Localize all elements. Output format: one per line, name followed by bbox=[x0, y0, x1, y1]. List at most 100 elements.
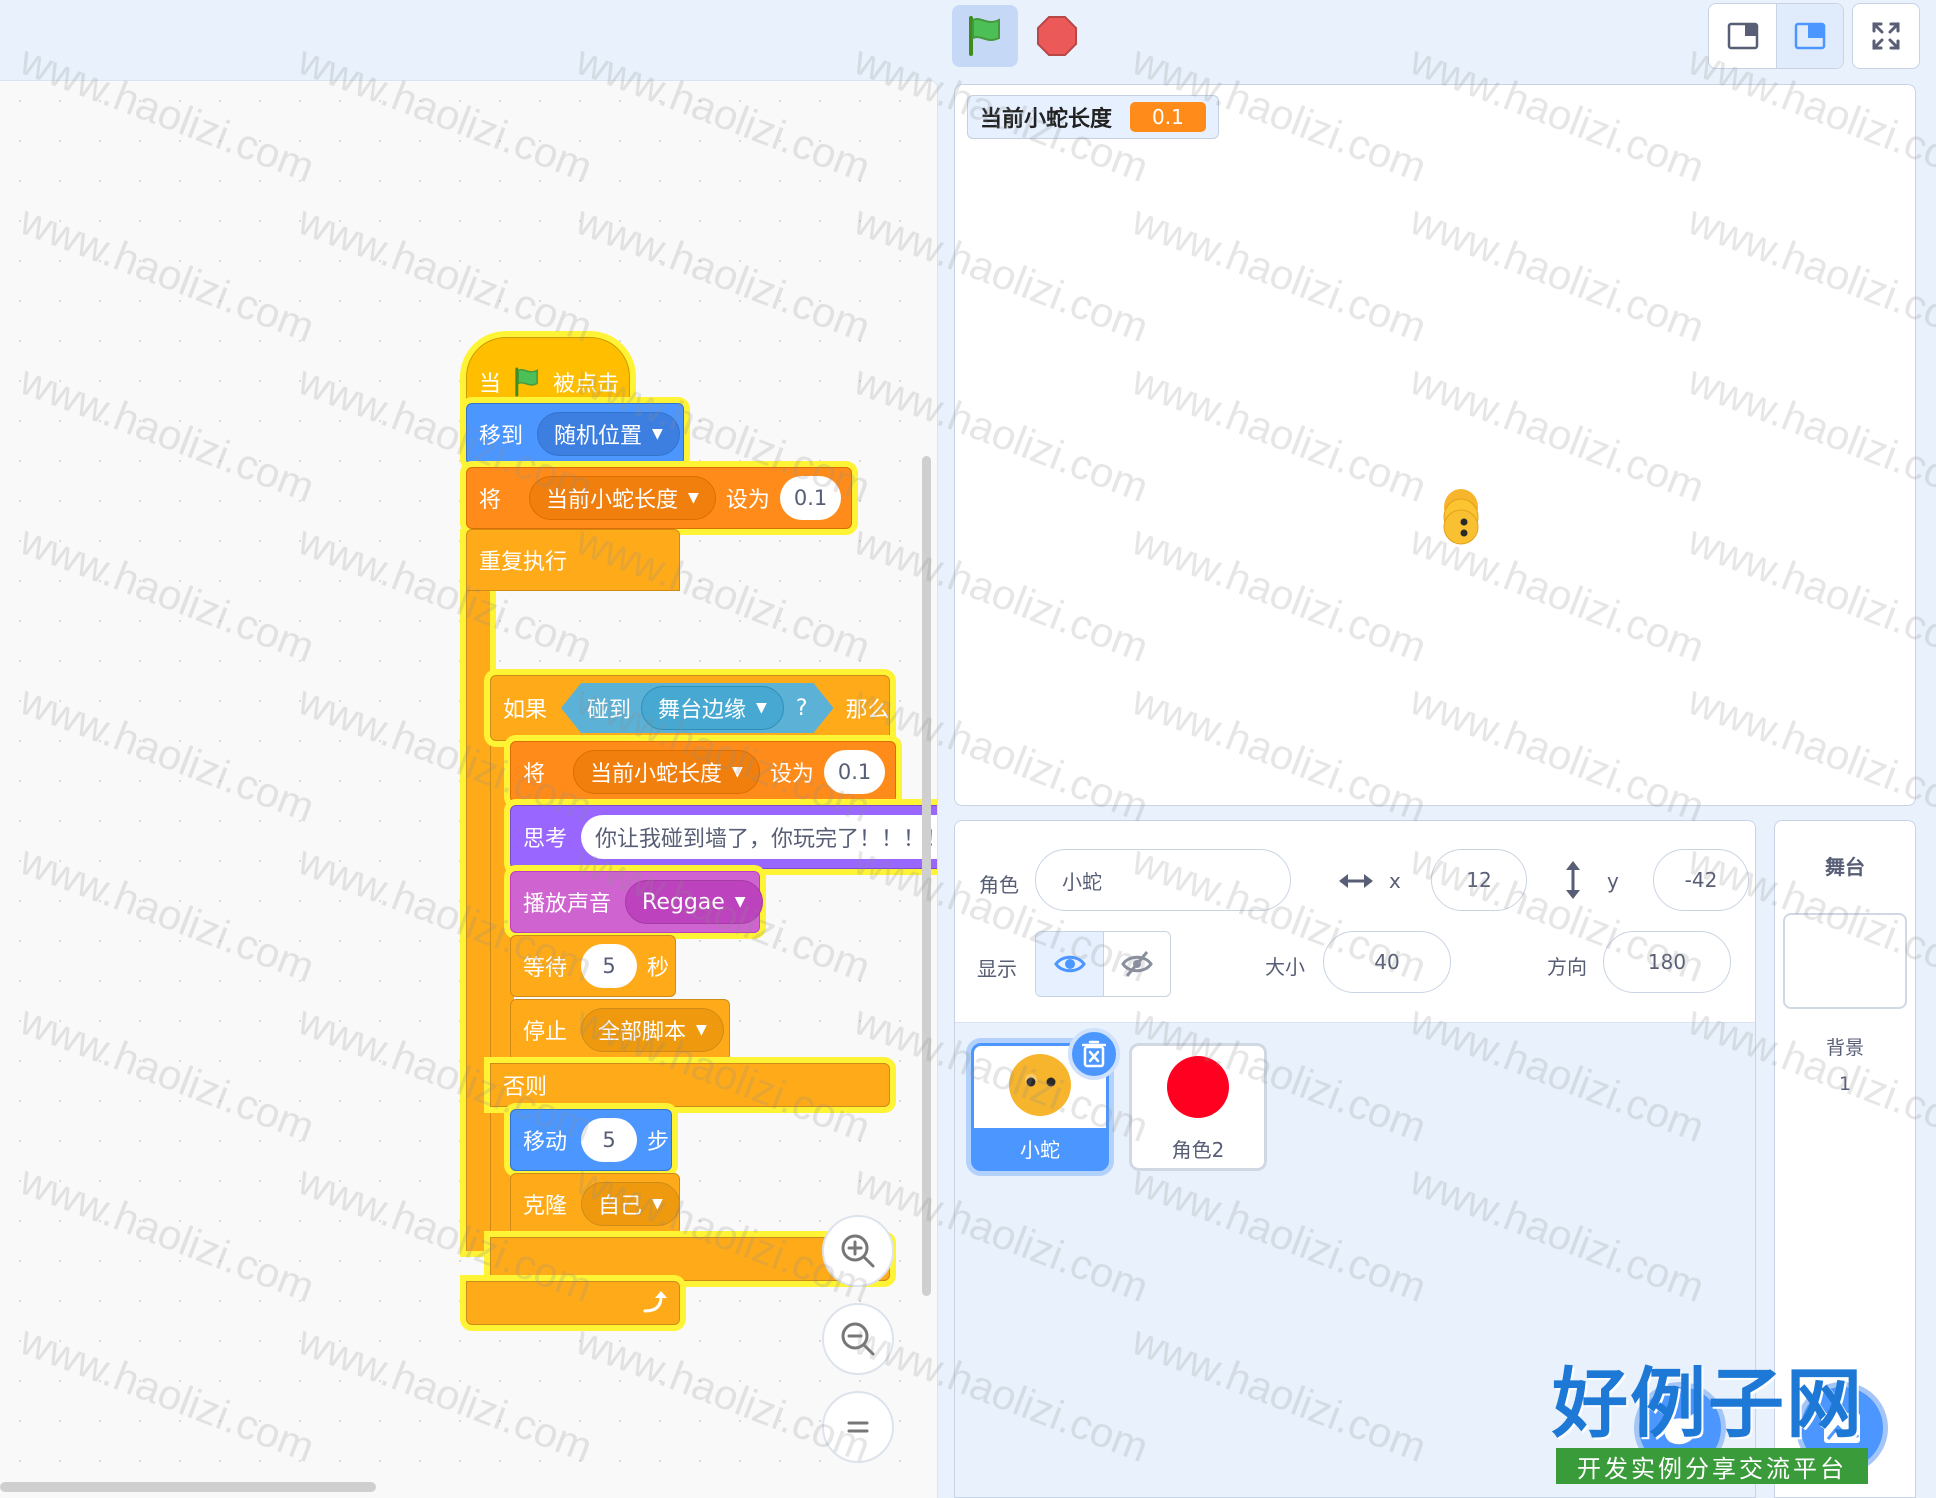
backdrop-image-icon bbox=[1824, 1413, 1860, 1443]
stop-label: 停止 bbox=[523, 1020, 568, 1045]
direction-label: 方向 bbox=[1547, 955, 1587, 979]
sprite-tile-snake[interactable]: 小蛇 bbox=[971, 1028, 1120, 1171]
else-label-bar[interactable]: 否则 bbox=[490, 1063, 890, 1107]
x-input[interactable]: 12 bbox=[1431, 849, 1527, 911]
loop-arrow-icon bbox=[643, 1291, 667, 1313]
sprite-name-input[interactable]: 小蛇 bbox=[1035, 849, 1291, 911]
zoom-reset-button[interactable] bbox=[822, 1391, 894, 1463]
backdrops-count: 1 bbox=[1838, 1073, 1852, 1095]
think-block[interactable]: 思考 你让我碰到墙了，你玩完了！！！！ bbox=[510, 805, 937, 869]
y-input[interactable]: -42 bbox=[1653, 849, 1749, 911]
snake-sprite-image[interactable] bbox=[1441, 485, 1481, 547]
stop-option-value: 全部脚本 bbox=[598, 1020, 687, 1045]
play-sound-block[interactable]: 播放声音 Reggae ▼ bbox=[510, 871, 763, 933]
touching-target-dropdown[interactable]: 舞台边缘 ▼ bbox=[641, 686, 784, 730]
set-variable-block[interactable]: 将 当前小蛇长度 ▼ 设为 0.1 bbox=[510, 741, 896, 803]
seconds-label: 秒 bbox=[647, 956, 670, 981]
size-label: 大小 bbox=[1265, 955, 1305, 979]
touching-block[interactable]: 碰到 舞台边缘 ▼ ? bbox=[561, 683, 834, 733]
stop-block[interactable]: 停止 全部脚本 ▼ bbox=[510, 999, 730, 1061]
forever-label: 重复执行 bbox=[479, 550, 568, 575]
move-label: 移动 bbox=[523, 1130, 568, 1155]
sprite-tile-name: 小蛇 bbox=[974, 1128, 1106, 1168]
cat-icon bbox=[1664, 1412, 1696, 1445]
sprite-tile-role2[interactable]: 角色2 bbox=[1129, 1043, 1267, 1171]
go-to-block[interactable]: 移到 随机位置 ▼ bbox=[466, 403, 684, 465]
when-flag-clicked-block[interactable]: 当 被点击 bbox=[466, 337, 630, 413]
think-text-input[interactable]: 你让我碰到墙了，你玩完了！！！！ bbox=[581, 815, 937, 859]
forever-block[interactable]: 重复执行 bbox=[466, 529, 680, 591]
go-to-target-dropdown[interactable]: 随机位置 ▼ bbox=[537, 412, 680, 456]
fullscreen-icon bbox=[1872, 22, 1900, 50]
play-sound-label: 播放声音 bbox=[523, 892, 612, 917]
touching-target-value: 舞台边缘 bbox=[658, 698, 747, 723]
set-to-label: 设为 bbox=[769, 762, 814, 787]
y-label: y bbox=[1607, 869, 1619, 893]
show-label: 显示 bbox=[977, 957, 1017, 981]
variable-dropdown[interactable]: 当前小蛇长度 ▼ bbox=[573, 750, 760, 794]
normal-stage-button[interactable] bbox=[1776, 4, 1843, 68]
clone-target-dropdown[interactable]: 自己 ▼ bbox=[581, 1182, 680, 1226]
set-label: 将 bbox=[479, 488, 502, 513]
zoom-reset-icon bbox=[847, 1421, 869, 1433]
set-variable-block[interactable]: 将 当前小蛇长度 ▼ 设为 0.1 bbox=[466, 467, 852, 529]
choose-backdrop-button[interactable] bbox=[1796, 1382, 1888, 1474]
small-stage-button[interactable] bbox=[1709, 4, 1776, 68]
chevron-down-icon: ▼ bbox=[688, 490, 699, 506]
create-clone-block[interactable]: 克隆 自己 ▼ bbox=[510, 1173, 680, 1235]
sprite-info-panel: 角色 小蛇 x 12 y -42 显示 大小 40 方向 180 bbox=[955, 821, 1755, 1023]
top-toolbar bbox=[0, 0, 1936, 78]
sound-dropdown[interactable]: Reggae ▼ bbox=[625, 880, 763, 924]
green-flag-icon bbox=[969, 16, 1000, 56]
fullscreen-button[interactable] bbox=[1852, 3, 1920, 69]
small-stage-layout-icon bbox=[1727, 22, 1758, 50]
sprite-name-label: 角色 bbox=[979, 873, 1019, 897]
stop-button[interactable] bbox=[1024, 5, 1090, 67]
stage-canvas[interactable]: 当前小蛇长度 0.1 bbox=[954, 84, 1916, 806]
zoom-in-button[interactable] bbox=[822, 1215, 894, 1287]
stage-size-toggle bbox=[1708, 3, 1844, 69]
trash-icon bbox=[1082, 1040, 1106, 1068]
else-label: 否则 bbox=[503, 1075, 548, 1100]
forever-block-rail[interactable] bbox=[466, 535, 490, 1251]
move-steps-block[interactable]: 移动 5 步 bbox=[510, 1109, 672, 1171]
zoom-in-icon bbox=[841, 1234, 875, 1268]
chevron-down-icon: ▼ bbox=[696, 1022, 707, 1038]
stop-option-dropdown[interactable]: 全部脚本 ▼ bbox=[581, 1008, 724, 1052]
chevron-down-icon: ▼ bbox=[652, 1196, 663, 1212]
size-input[interactable]: 40 bbox=[1323, 931, 1451, 993]
monitor-label: 当前小蛇长度 bbox=[980, 107, 1113, 132]
wait-seconds-input[interactable]: 5 bbox=[581, 944, 638, 988]
variable-monitor[interactable]: 当前小蛇长度 0.1 bbox=[967, 95, 1219, 139]
zoom-out-button[interactable] bbox=[822, 1303, 894, 1375]
stop-icon bbox=[1037, 16, 1077, 56]
show-sprite-button[interactable] bbox=[1036, 932, 1103, 996]
clone-target-value: 自己 bbox=[598, 1194, 643, 1219]
direction-input[interactable]: 180 bbox=[1603, 931, 1731, 993]
workspace-vertical-scrollbar[interactable] bbox=[922, 456, 931, 1296]
x-label: x bbox=[1389, 869, 1401, 893]
if-label: 如果 bbox=[503, 698, 548, 723]
zoom-out-icon bbox=[841, 1322, 875, 1356]
move-steps-input[interactable]: 5 bbox=[581, 1118, 638, 1162]
forever-bottom-arm[interactable] bbox=[466, 1281, 680, 1325]
stage-thumbnail[interactable] bbox=[1783, 913, 1907, 1009]
workspace-horizontal-scrollbar[interactable] bbox=[0, 1482, 376, 1492]
if-else-block[interactable]: 如果 碰到 舞台边缘 ▼ ? 那么 bbox=[490, 675, 890, 741]
when-label: 当 bbox=[479, 372, 502, 397]
delete-sprite-button[interactable] bbox=[1068, 1028, 1120, 1080]
choose-sprite-button[interactable] bbox=[1634, 1382, 1726, 1474]
wait-block[interactable]: 等待 5 秒 bbox=[510, 935, 676, 997]
set-value-input[interactable]: 0.1 bbox=[823, 750, 886, 794]
variable-dropdown[interactable]: 当前小蛇长度 ▼ bbox=[529, 476, 716, 520]
visibility-toggle bbox=[1035, 931, 1171, 997]
set-value-input[interactable]: 0.1 bbox=[779, 476, 842, 520]
code-workspace[interactable]: 当 被点击 移到 随机位置 ▼ 将 当前小蛇长度 ▼ 设为 0.1 重复执行 如… bbox=[0, 80, 938, 1498]
green-flag-button[interactable] bbox=[952, 5, 1018, 67]
stage-pane-title: 舞台 bbox=[1825, 855, 1865, 879]
horizontal-arrows-icon bbox=[1339, 874, 1373, 888]
chevron-down-icon: ▼ bbox=[732, 764, 743, 780]
hide-sprite-button[interactable] bbox=[1103, 932, 1170, 996]
go-to-label: 移到 bbox=[479, 424, 524, 449]
green-flag-icon bbox=[515, 367, 538, 397]
